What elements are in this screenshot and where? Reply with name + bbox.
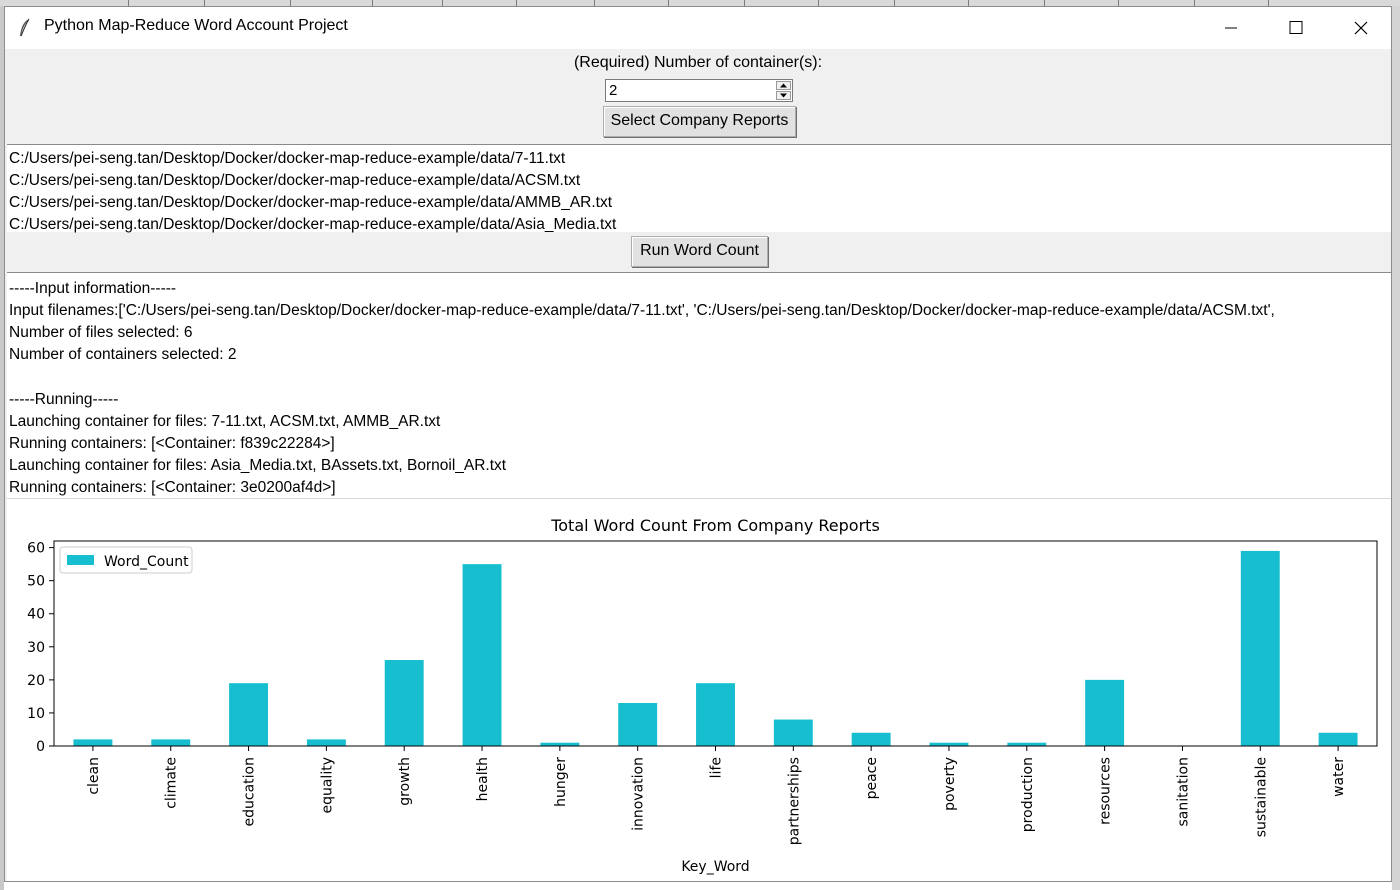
feather-icon (20, 18, 30, 37)
spin-up-icon[interactable] (776, 81, 791, 90)
log-line: -----Running----- (9, 391, 119, 408)
chart-panel: Total Word Count From Company Reports 0 10… (7, 498, 1391, 881)
x-tick-label: education (242, 757, 258, 826)
window-title: Python Map-Reduce Word Account Project (44, 17, 348, 34)
x-tick-label: partnerships (786, 757, 802, 845)
x-tick-label: sanitation (1175, 757, 1191, 827)
bar (618, 703, 658, 746)
x-tick-label: water (1331, 757, 1347, 797)
x-tick-label: climate (164, 757, 180, 809)
bar (462, 564, 502, 746)
bar (851, 732, 891, 746)
maximize-button[interactable] (1265, 7, 1327, 49)
word-count-chart: Total Word Count From Company Reports 0 10… (27, 516, 1378, 875)
desktop-scroll-edge (1392, 6, 1400, 890)
log-line: Number of containers selected: 2 (9, 346, 237, 363)
file-item[interactable]: C:/Users/pei-seng.tan/Desktop/Docker/doc… (9, 172, 580, 190)
bar (73, 739, 113, 746)
file-item[interactable]: C:/Users/pei-seng.tan/Desktop/Docker/doc… (9, 194, 612, 212)
bar (306, 739, 346, 746)
minimize-icon (1225, 27, 1237, 29)
x-tick-label: peace (864, 757, 880, 799)
file-item[interactable]: C:/Users/pei-seng.tan/Desktop/Docker/doc… (9, 150, 565, 168)
x-tick-label: poverty (942, 757, 958, 811)
spin-arrows (776, 81, 791, 100)
legend-swatch (67, 555, 94, 565)
x-tick-label: growth (397, 757, 413, 806)
select-reports-button[interactable]: Select Company Reports (603, 106, 796, 137)
x-tick-label: health (475, 757, 491, 801)
close-icon (1354, 21, 1368, 35)
x-tick-label: equality (319, 757, 335, 814)
bar (229, 683, 269, 746)
log-line: Running containers: [<Container: 3e0200a… (9, 479, 336, 496)
x-tick-label: resources (1098, 757, 1114, 825)
legend-label: Word_Count (104, 554, 189, 570)
log-line: Launching container for files: 7-11.txt,… (9, 413, 441, 430)
bar (696, 683, 735, 746)
app-window: Python Map-Reduce Word Account Project (… (4, 6, 1392, 882)
y-tick-label: 30 (27, 640, 45, 656)
x-tick-label: life (709, 757, 725, 778)
log-line: -----Input information----- (9, 280, 177, 297)
y-tick-label: 10 (27, 706, 45, 722)
y-tick-label: 20 (27, 673, 45, 689)
selected-files-list[interactable]: C:/Users/pei-seng.tan/Desktop/Docker/doc… (7, 144, 1391, 234)
y-tick-label: 60 (27, 541, 45, 557)
containers-spinbox[interactable] (605, 79, 793, 102)
close-button[interactable] (1330, 7, 1391, 49)
x-tick-label: production (1020, 757, 1036, 832)
log-line: Running containers: [<Container: f839c22… (9, 435, 335, 452)
x-tick-label: sustainable (1253, 757, 1269, 837)
log-line: Number of files selected: 6 (9, 324, 193, 341)
containers-label: (Required) Number of container(s): (573, 54, 823, 71)
output-log[interactable]: -----Input information----- Input filena… (7, 272, 1391, 498)
y-tick-label: 50 (27, 574, 45, 590)
bar (384, 660, 424, 746)
file-item[interactable]: C:/Users/pei-seng.tan/Desktop/Docker/doc… (9, 216, 616, 234)
containers-input[interactable] (609, 82, 769, 99)
bar (1318, 732, 1358, 746)
bar (1240, 550, 1280, 746)
minimize-button[interactable] (1200, 7, 1262, 49)
maximize-icon (1289, 21, 1303, 34)
chart-title: Total Word Count From Company Reports (550, 516, 880, 535)
log-line: Input filenames:['C:/Users/pei-seng.tan/… (9, 302, 1275, 319)
x-tick-label: innovation (631, 757, 647, 831)
y-tick-label: 0 (36, 739, 45, 755)
x-tick-label: clean (86, 757, 102, 795)
spin-down-icon[interactable] (776, 91, 791, 100)
bar (151, 739, 191, 746)
bar (773, 719, 813, 746)
x-tick-label: hunger (553, 757, 569, 807)
run-word-count-button[interactable]: Run Word Count (631, 236, 768, 267)
log-line: Launching container for files: Asia_Medi… (9, 457, 507, 474)
y-tick-label: 40 (27, 607, 45, 623)
x-axis-label: Key_Word (681, 859, 749, 875)
bar (1085, 679, 1125, 746)
title-bar[interactable]: Python Map-Reduce Word Account Project (5, 7, 1391, 49)
